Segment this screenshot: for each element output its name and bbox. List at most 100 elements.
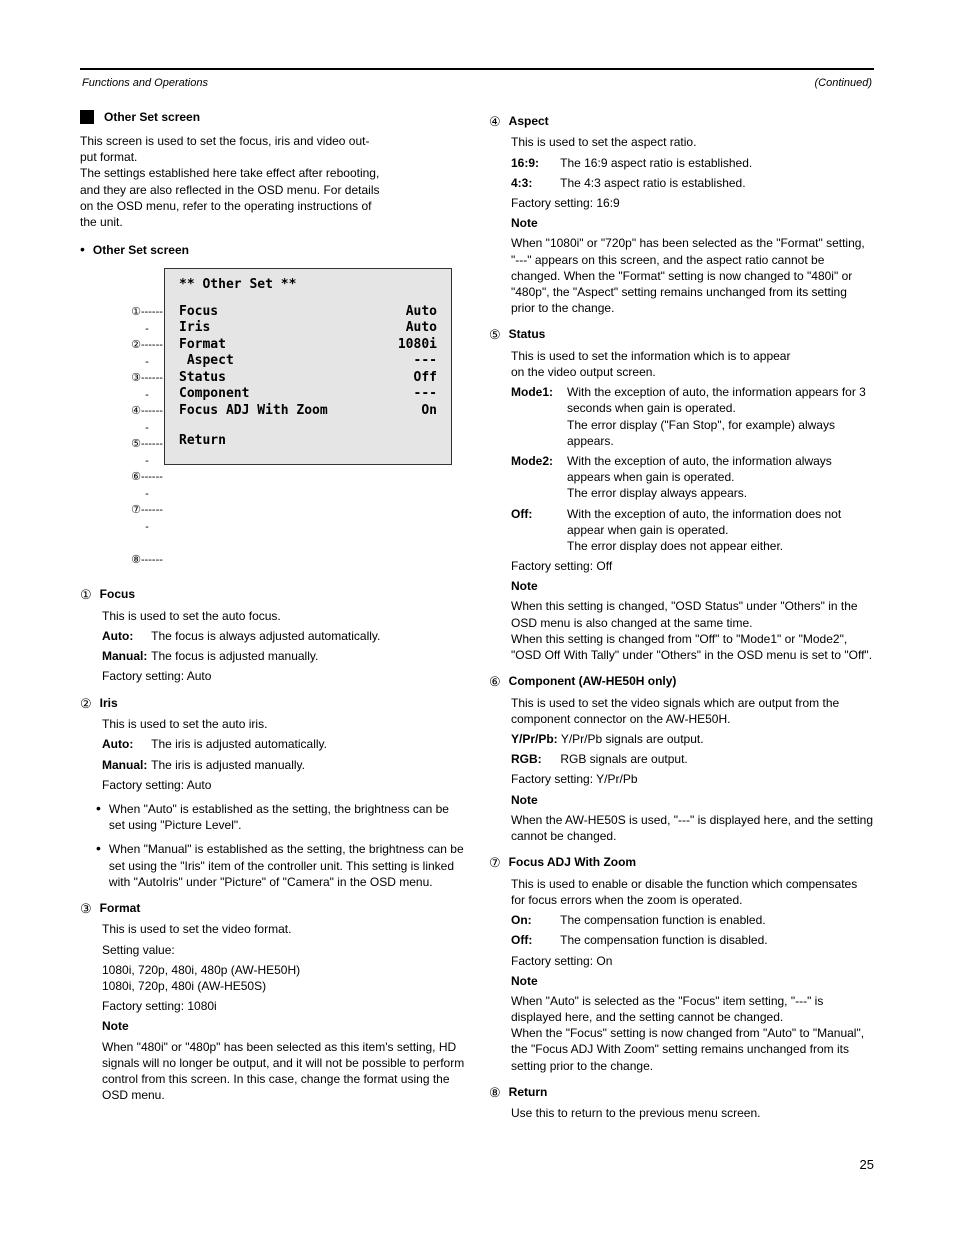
def-key: 4:3: xyxy=(511,175,557,191)
callout-1: ① xyxy=(80,586,92,604)
intro-line: the unit. xyxy=(80,215,123,229)
item-line: This is used to enable or disable the fu… xyxy=(511,876,874,908)
note-text: When "Manual" is established as the sett… xyxy=(109,841,465,890)
def-key: Manual: xyxy=(102,648,148,664)
intro-line: and they are also reflected in the OSD m… xyxy=(80,183,380,197)
item-title: Status xyxy=(509,326,546,344)
def-val: The iris is adjusted automatically. xyxy=(151,737,327,751)
item-title: Focus ADJ With Zoom xyxy=(509,854,636,872)
item-title: Aspect xyxy=(509,113,549,131)
callout-2: ② xyxy=(80,695,92,713)
note-label: Note xyxy=(511,974,538,988)
bullet-dot-icon xyxy=(96,801,101,833)
page: Functions and Operations (Continued) Oth… xyxy=(0,68,954,1173)
item-line: This is used to set the aspect ratio. xyxy=(511,134,874,150)
def-key: Mode1: xyxy=(511,384,561,449)
menu-title: ** Other Set ** xyxy=(179,277,437,294)
item-title: Focus xyxy=(100,586,135,604)
intro-line: The settings established here take effec… xyxy=(80,166,379,180)
menu-title-text: ** Other Set ** xyxy=(179,277,296,292)
menu-row: Aspect--- xyxy=(179,353,437,370)
note-bullet: When "Auto" is established as the settin… xyxy=(96,801,465,833)
def-key: On: xyxy=(511,912,557,928)
note-text: When the AW-HE50S is used, "---" is disp… xyxy=(511,812,874,844)
note-text: When "Auto" is selected as the "Focus" i… xyxy=(511,993,874,1074)
bullet-dot-icon xyxy=(80,242,85,258)
intro-line: on the OSD menu, refer to the operating … xyxy=(80,199,372,213)
item-format: ③ Format This is used to set the video f… xyxy=(80,900,465,1103)
item-line: This is used to set the auto iris. xyxy=(102,716,465,732)
left-column: Other Set screen This screen is used to … xyxy=(80,103,465,1126)
def-val: The focus is adjusted manually. xyxy=(151,649,318,663)
intro-line: This screen is used to set the focus, ir… xyxy=(80,134,369,148)
note-label: Note xyxy=(511,793,538,807)
page-number: 25 xyxy=(0,1156,874,1174)
bullet-other-set: Other Set screen xyxy=(80,242,465,258)
item-iris: ② Iris This is used to set the auto iris… xyxy=(80,695,465,890)
def-val: Y/Pr/Pb signals are output. xyxy=(561,732,704,746)
item-focus-adj: ⑦ Focus ADJ With Zoom This is used to en… xyxy=(489,854,874,1074)
callout-num: ⑤------- xyxy=(130,436,164,469)
menu-row: Component--- xyxy=(179,386,437,403)
setting-label: Setting value: xyxy=(102,942,465,958)
def-val: With the exception of auto, the informat… xyxy=(567,384,874,449)
menu-row: Format1080i xyxy=(179,337,437,354)
def-key: Auto: xyxy=(102,628,148,644)
callout-7: ⑦ xyxy=(489,854,501,872)
item-line: This is used to set the information whic… xyxy=(511,348,874,380)
callout-5: ⑤ xyxy=(489,326,501,344)
callout-num: ⑥------- xyxy=(130,469,164,502)
setting-values: 1080i, 720p, 480i, 480p (AW-HE50H) 1080i… xyxy=(102,962,465,994)
item-focus: ① Focus This is used to set the auto foc… xyxy=(80,586,465,684)
note-text: When "1080i" or "720p" has been selected… xyxy=(511,235,874,316)
callout-num: ①------- xyxy=(130,304,164,337)
menu-callouts: ①------- ②------- ③------- ④------- ⑤---… xyxy=(130,268,164,568)
menu-row: Focus ADJ With ZoomOn xyxy=(179,403,437,420)
header-left: Functions and Operations xyxy=(82,76,208,91)
callout-num: ④------- xyxy=(130,403,164,436)
def-val: With the exception of auto, the informat… xyxy=(567,506,874,555)
item-aspect: ④ Aspect This is used to set the aspect … xyxy=(489,113,874,316)
def-key: Y/Pr/Pb: xyxy=(511,731,558,747)
callout-4: ④ xyxy=(489,113,501,131)
factory: Factory setting: 1080i xyxy=(102,998,465,1014)
note-label: Note xyxy=(511,216,538,230)
def-val: With the exception of auto, the informat… xyxy=(567,453,874,502)
factory: Factory setting: Off xyxy=(511,558,874,574)
def-key: Mode2: xyxy=(511,453,561,502)
menu-return: Return xyxy=(179,433,437,450)
def-key: Off: xyxy=(511,932,557,948)
def-val: The 16:9 aspect ratio is established. xyxy=(560,156,752,170)
item-line: This is used to set the video signals wh… xyxy=(511,695,874,727)
item-component: ⑥ Component (AW-HE50H only) This is used… xyxy=(489,673,874,844)
callout-num: ⑧------ xyxy=(130,552,164,569)
note-text: When this setting is changed, "OSD Statu… xyxy=(511,598,874,663)
section-title-text: Other Set screen xyxy=(104,109,200,125)
callout-num xyxy=(130,535,164,552)
def-val: The compensation function is disabled. xyxy=(560,933,767,947)
menu-row: StatusOff xyxy=(179,370,437,387)
callout-8: ⑧ xyxy=(489,1084,501,1102)
factory: Factory setting: Auto xyxy=(102,668,465,684)
item-title: Return xyxy=(509,1084,548,1102)
note-text: When "Auto" is established as the settin… xyxy=(109,801,465,833)
bullet-label: Other Set screen xyxy=(93,242,189,258)
header-right: (Continued) xyxy=(815,76,872,91)
def-val: The 4:3 aspect ratio is established. xyxy=(560,176,745,190)
callout-3: ③ xyxy=(80,900,92,918)
factory: Factory setting: On xyxy=(511,953,874,969)
item-return: ⑧ Return Use this to return to the previ… xyxy=(489,1084,874,1122)
callout-num: ②------- xyxy=(130,337,164,370)
menu-screenshot: ①------- ②------- ③------- ④------- ⑤---… xyxy=(130,268,465,568)
def-key: Auto: xyxy=(102,736,148,752)
intro-line: put format. xyxy=(80,150,137,164)
item-title: Format xyxy=(100,900,141,918)
def-key: Off: xyxy=(511,506,561,555)
item-title: Iris xyxy=(100,695,118,713)
right-column: ④ Aspect This is used to set the aspect … xyxy=(489,103,874,1126)
intro-paragraph: This screen is used to set the focus, ir… xyxy=(80,133,465,230)
callout-6: ⑥ xyxy=(489,673,501,691)
item-status: ⑤ Status This is used to set the informa… xyxy=(489,326,874,663)
menu-row: IrisAuto xyxy=(179,320,437,337)
note-text: When "480i" or "480p" has been selected … xyxy=(102,1039,465,1104)
